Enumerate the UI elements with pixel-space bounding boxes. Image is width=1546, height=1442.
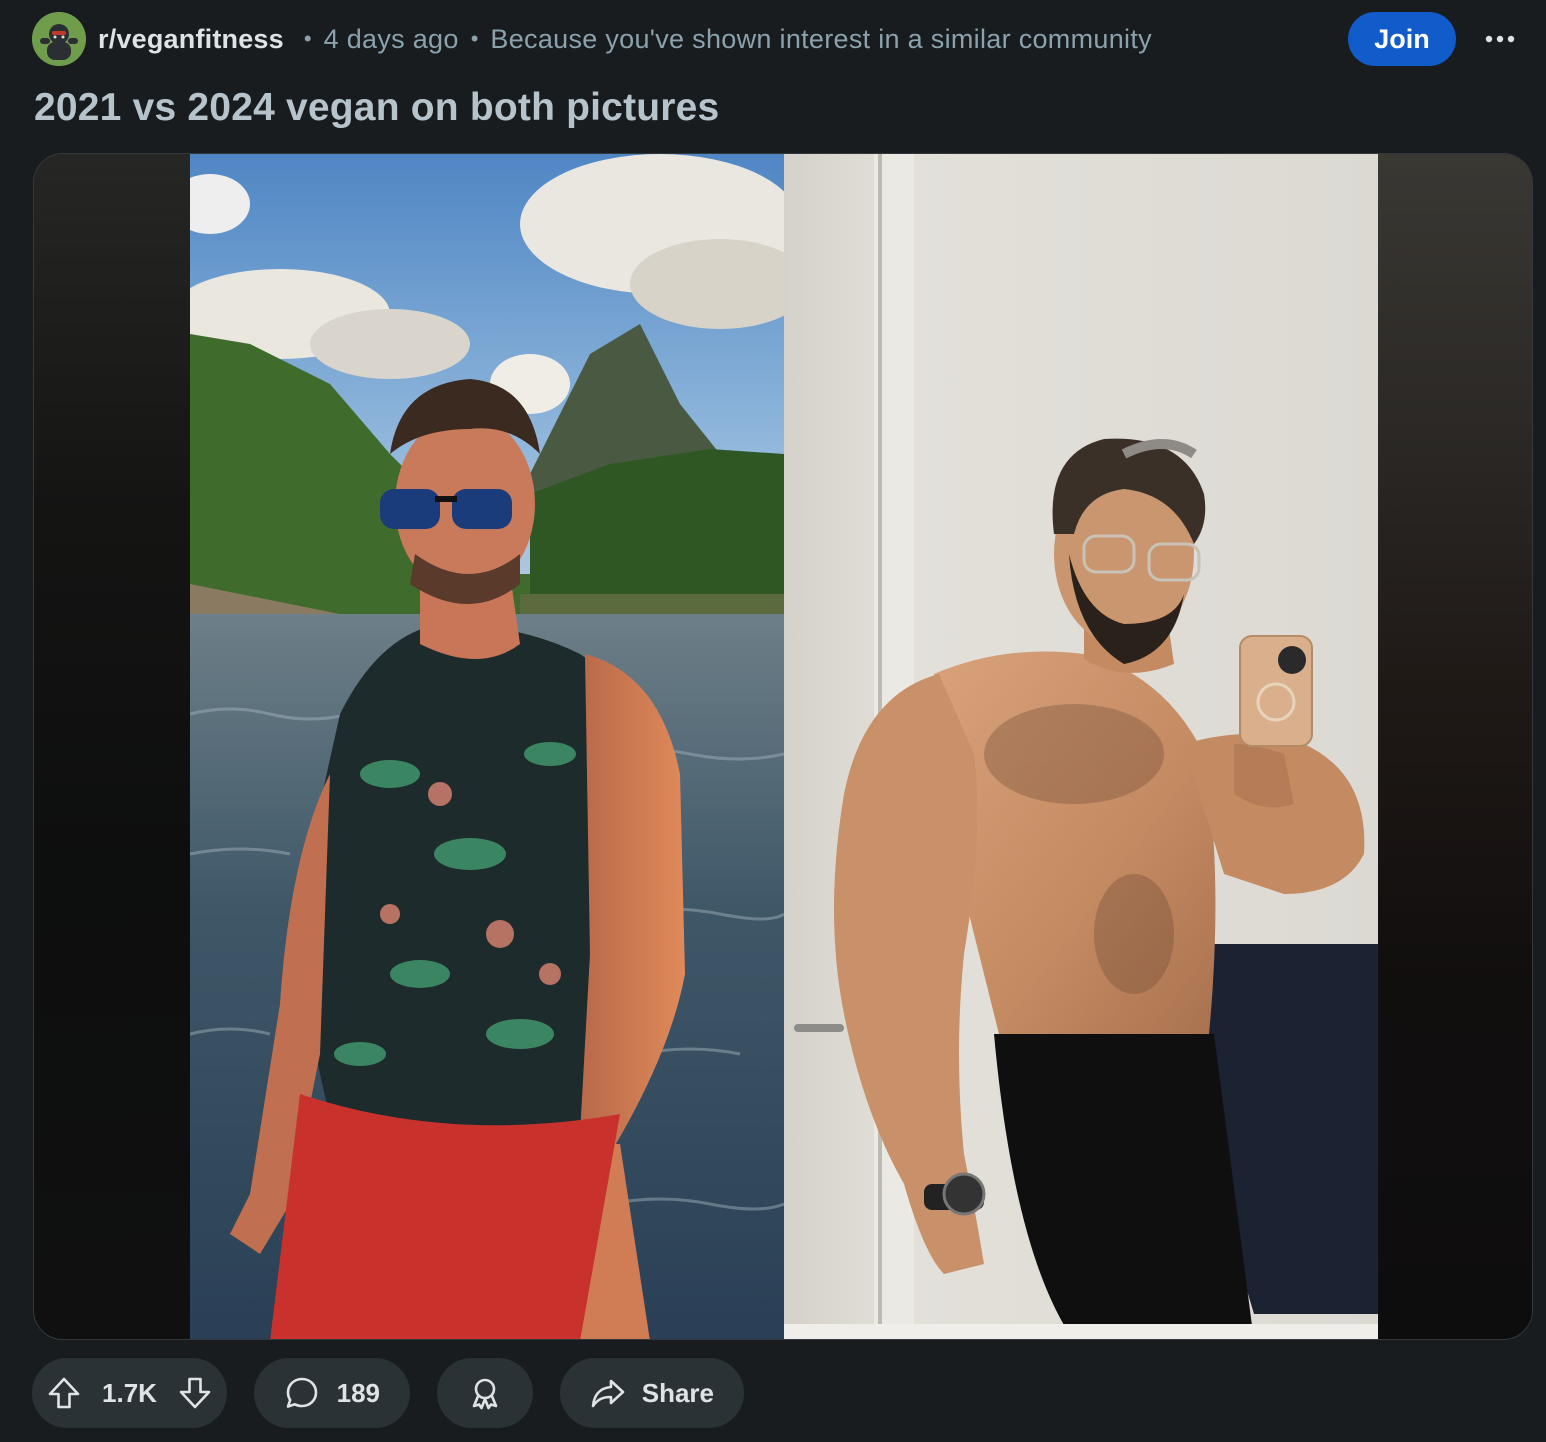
award-button[interactable]: [437, 1358, 533, 1428]
separator-dot: •: [303, 26, 312, 51]
subreddit-avatar[interactable]: [32, 12, 86, 66]
share-label: Share: [641, 1377, 714, 1408]
more-options-button[interactable]: [1478, 12, 1522, 66]
vote-control: 1.7K: [32, 1358, 227, 1428]
comment-count: 189: [336, 1377, 380, 1408]
join-button[interactable]: Join: [1348, 12, 1456, 66]
vote-count: 1.7K: [102, 1377, 157, 1408]
subreddit-name[interactable]: r/veganfitness: [98, 24, 284, 55]
image-blur-right: [1376, 154, 1532, 1339]
post-image[interactable]: [33, 153, 1533, 1340]
share-button[interactable]: Share: [560, 1358, 744, 1428]
post-header: r/veganfitness • 4 days ago • Because yo…: [32, 12, 1522, 66]
comment-bubble-icon: [286, 1377, 318, 1408]
upvote-button[interactable]: [46, 1375, 82, 1411]
share-arrow-icon: [591, 1379, 625, 1408]
recommendation-reason: Because you've shown interest in a simil…: [490, 23, 1152, 54]
image-blur-left: [34, 154, 190, 1339]
arrow-down-icon: [179, 1377, 211, 1409]
post-time: 4 days ago: [323, 23, 459, 54]
post-card: r/veganfitness • 4 days ago • Because yo…: [0, 0, 1546, 1442]
separator-dot: •: [470, 26, 479, 51]
comments-button[interactable]: 189: [254, 1358, 410, 1428]
post-action-bar: 1.7K 189 Share: [32, 1358, 744, 1428]
arrow-up-icon: [48, 1377, 80, 1409]
downvote-button[interactable]: [177, 1375, 213, 1411]
photo-2021: [190, 154, 784, 1339]
award-icon: [472, 1378, 498, 1410]
photo-2024: [784, 154, 1378, 1339]
post-title[interactable]: 2021 vs 2024 vegan on both pictures: [34, 86, 719, 130]
more-dots-icon: [1485, 35, 1515, 43]
